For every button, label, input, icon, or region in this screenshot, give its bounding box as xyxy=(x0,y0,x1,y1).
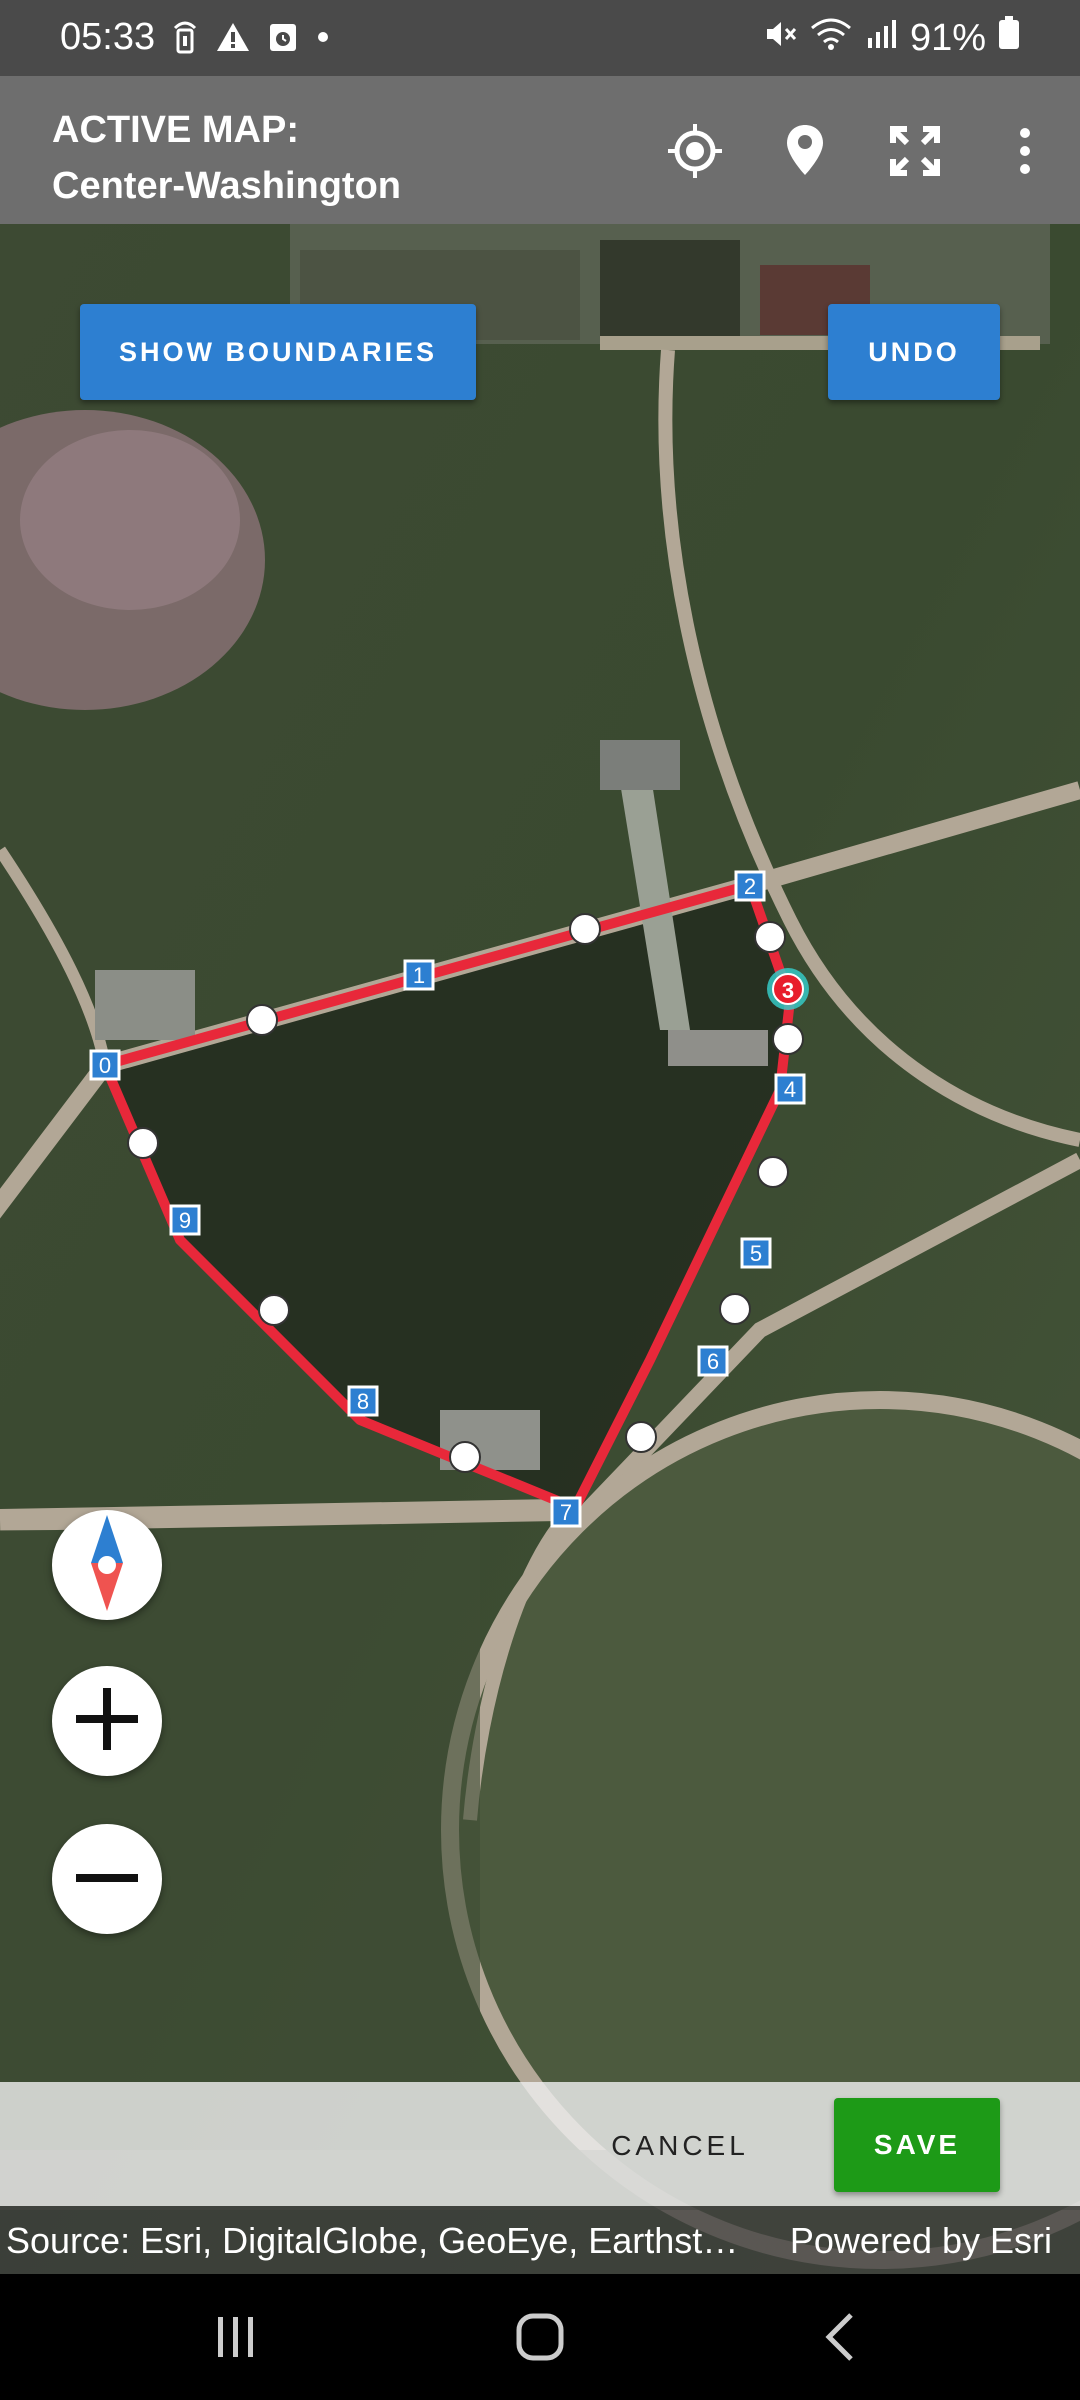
cancel-button[interactable]: CANCEL xyxy=(590,2118,770,2174)
boundary-polygon[interactable] xyxy=(100,880,795,1513)
attribution-source[interactable]: Source: Esri, DigitalGlobe, GeoEye, Eart… xyxy=(6,2220,746,2262)
midpoint-handle[interactable] xyxy=(772,1023,804,1055)
midpoint-handle[interactable] xyxy=(258,1294,290,1326)
zoom-out-icon xyxy=(76,1870,138,1888)
vertex-marker-6[interactable]: 6 xyxy=(697,1345,729,1377)
wireless-icon xyxy=(172,20,198,59)
status-bar: 05:33 91% xyxy=(0,0,1080,76)
vertex-marker-1[interactable]: 1 xyxy=(403,959,435,991)
show-boundaries-button[interactable]: SHOW BOUNDARIES xyxy=(80,304,476,400)
edit-action-bar: CANCEL SAVE xyxy=(0,2082,1080,2206)
midpoint-handle[interactable] xyxy=(569,913,601,945)
zoom-out-button[interactable] xyxy=(52,1824,162,1934)
midpoint-handle[interactable] xyxy=(127,1127,159,1159)
vertex-label-5: 5 xyxy=(750,1241,762,1266)
vertex-marker-9[interactable]: 9 xyxy=(169,1204,201,1236)
vertex-marker-2[interactable]: 2 xyxy=(734,870,766,902)
vertex-marker-5[interactable]: 5 xyxy=(740,1237,772,1269)
system-nav-bar xyxy=(0,2274,1080,2400)
fullscreen-icon[interactable] xyxy=(860,116,970,186)
home-icon[interactable] xyxy=(480,2302,600,2372)
vertex-label-1: 1 xyxy=(413,963,425,988)
signal-icon xyxy=(864,17,898,60)
boundary-layer: 3 0 1 2 4 5 6 7 8 9 xyxy=(89,870,809,1528)
midpoint-handle[interactable] xyxy=(719,1293,751,1325)
vertex-label-9: 9 xyxy=(179,1208,191,1233)
vertex-label-2: 2 xyxy=(744,874,756,899)
zoom-in-button[interactable] xyxy=(52,1666,162,1776)
active-map-name: Center-Washington xyxy=(52,165,402,207)
compass-icon xyxy=(83,1514,131,1616)
powered-by-esri: Powered by Esri xyxy=(789,2220,1052,2261)
map-attribution: Source: Esri, DigitalGlobe, GeoEye, Eart… xyxy=(0,2206,1080,2274)
vertex-marker-4[interactable]: 4 xyxy=(774,1073,806,1105)
midpoint-handle[interactable] xyxy=(449,1441,481,1473)
mute-icon xyxy=(764,17,798,60)
more-vert-icon[interactable] xyxy=(970,116,1080,186)
calendar-icon xyxy=(268,21,298,58)
midpoint-handle[interactable] xyxy=(754,921,786,953)
midpoint-handle[interactable] xyxy=(246,1004,278,1036)
back-icon[interactable] xyxy=(780,2302,900,2372)
vertex-marker-7[interactable]: 7 xyxy=(550,1496,582,1528)
battery-icon xyxy=(998,16,1020,60)
gps-crosshair-icon[interactable] xyxy=(640,116,750,186)
vertex-label-6: 6 xyxy=(707,1349,719,1374)
dot-icon xyxy=(316,30,330,49)
vertex-label-4: 4 xyxy=(784,1077,796,1102)
midpoint-handle[interactable] xyxy=(625,1421,657,1453)
vertex-label-0: 0 xyxy=(99,1053,111,1078)
recents-icon[interactable] xyxy=(176,2302,296,2372)
warning-icon xyxy=(216,21,250,58)
midpoint-handle[interactable] xyxy=(757,1156,789,1188)
vertex-label-7: 7 xyxy=(560,1500,572,1525)
active-map-title: ACTIVE MAP: Center-Washington xyxy=(52,102,401,214)
wifi-icon xyxy=(810,17,852,60)
map-pin-icon[interactable] xyxy=(750,116,860,186)
save-button[interactable]: SAVE xyxy=(834,2098,1000,2192)
vertex-marker-8[interactable]: 8 xyxy=(347,1385,379,1417)
vertex-marker-0[interactable]: 0 xyxy=(89,1049,121,1081)
zoom-in-icon xyxy=(76,1687,138,1755)
undo-button[interactable]: UNDO xyxy=(828,304,1000,400)
status-time: 05:33 xyxy=(60,16,156,58)
vertex-label-8: 8 xyxy=(357,1389,369,1414)
active-map-label: ACTIVE MAP: xyxy=(52,109,299,151)
compass-button[interactable] xyxy=(52,1510,162,1620)
map-view[interactable]: 3 0 1 2 4 5 6 7 8 9 SHOW BOUNDARIES UNDO xyxy=(0,224,1080,2274)
battery-percent: 91% xyxy=(909,16,986,59)
vertex-label-3: 3 xyxy=(782,978,794,1003)
app-bar: ACTIVE MAP: Center-Washington xyxy=(0,76,1080,224)
